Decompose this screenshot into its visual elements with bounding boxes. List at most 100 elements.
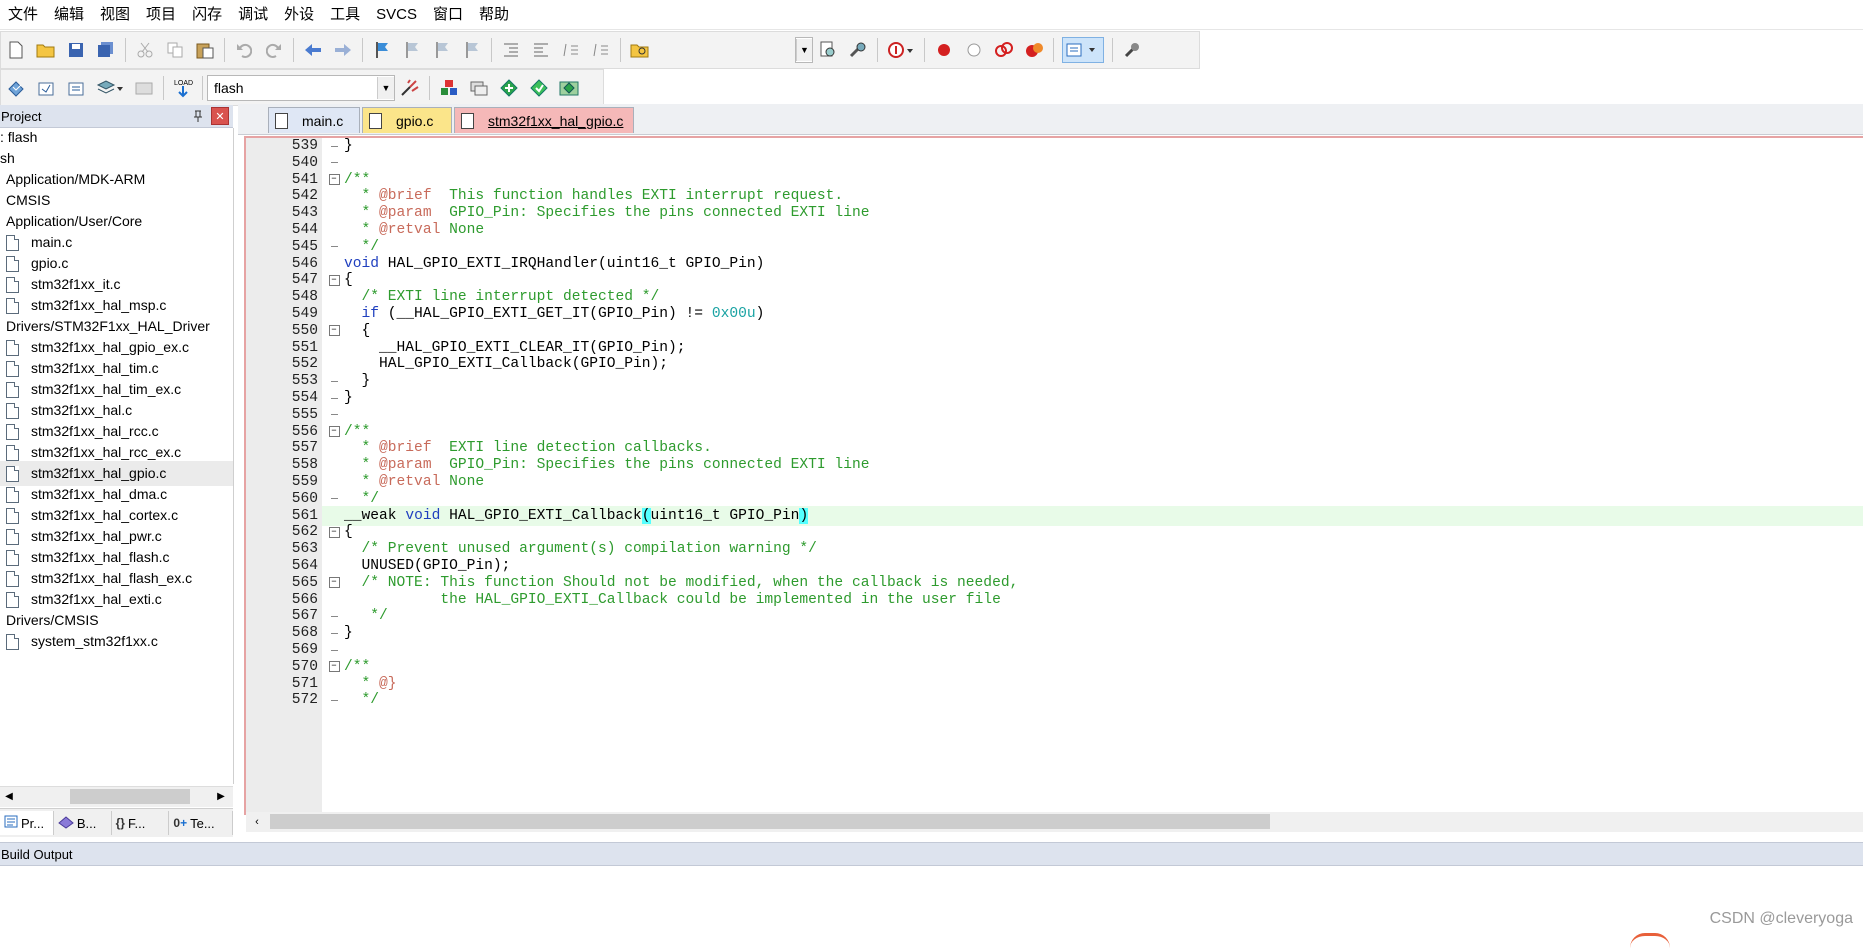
new-file-icon[interactable] xyxy=(5,39,27,61)
nav-forward-icon[interactable] xyxy=(332,39,354,61)
build-output-pane[interactable] xyxy=(0,867,1863,945)
bookmark-icon[interactable] xyxy=(371,39,393,61)
close-icon[interactable]: ✕ xyxy=(211,107,229,125)
menu-item[interactable]: 闪存 xyxy=(184,0,230,29)
editor-tab[interactable]: main.c xyxy=(268,107,360,133)
file-icon xyxy=(6,570,19,587)
tab-templates-label: Te... xyxy=(190,815,215,831)
tab-functions-label: F... xyxy=(127,815,146,831)
open-folder-icon[interactable] xyxy=(35,39,57,61)
manage-rte-icon[interactable] xyxy=(498,77,520,99)
menu-item[interactable]: SVCS xyxy=(368,0,425,29)
breakpoint-icon[interactable] xyxy=(933,39,955,61)
incremental-find-icon[interactable] xyxy=(847,39,869,61)
target-select-value: flash xyxy=(214,79,244,96)
tree-file-item[interactable]: system_stm32f1xx.c xyxy=(6,629,158,654)
indent-icon[interactable] xyxy=(500,39,522,61)
tree-item-label: system_stm32f1xx.c xyxy=(31,633,158,649)
project-panel-tabs: Pr... B... {} F... 0+ Te... xyxy=(0,808,233,837)
project-window-icon xyxy=(4,815,18,831)
stop-build-icon[interactable] xyxy=(133,77,155,99)
file-icon xyxy=(6,339,19,356)
build-output-title: Build Output xyxy=(1,847,73,862)
find-combo[interactable]: ▼ xyxy=(795,37,813,63)
file-icon xyxy=(6,465,19,482)
code-editor[interactable]: 539} 540 541−/** 542 * @brief This function… xyxy=(244,136,1863,815)
scrollbar-thumb[interactable] xyxy=(70,789,190,804)
save-all-icon[interactable] xyxy=(95,39,117,61)
menu-item[interactable]: 编辑 xyxy=(46,0,92,29)
kill-all-breakpoints-icon[interactable] xyxy=(1023,39,1045,61)
editor-tab-label: gpio.c xyxy=(396,112,434,129)
file-icon xyxy=(6,549,19,566)
configure-icon[interactable] xyxy=(1121,39,1143,61)
find-in-files-icon[interactable] xyxy=(629,39,651,61)
svg-text:LOAD: LOAD xyxy=(174,80,193,87)
menu-item[interactable]: 项目 xyxy=(138,0,184,29)
nav-back-icon[interactable] xyxy=(302,39,324,61)
project-tree: : flash sh Application/MDK-ARM CMSIS Applica… xyxy=(0,128,234,784)
menu-item[interactable]: 外设 xyxy=(276,0,322,29)
tab-functions[interactable]: {} F... xyxy=(112,811,170,835)
menu-item[interactable]: 工具 xyxy=(322,0,368,29)
project-horizontal-scrollbar[interactable]: ◀ ▶ xyxy=(0,786,233,807)
editor-tab-label: stm32f1xx_hal_gpio.c xyxy=(488,112,624,129)
software-packs-icon[interactable] xyxy=(558,77,580,99)
uncomment-icon[interactable] xyxy=(590,39,612,61)
pin-icon[interactable] xyxy=(191,109,205,123)
tab-books[interactable]: B... xyxy=(54,811,112,835)
build-icon[interactable] xyxy=(35,77,57,99)
functions-icon: {} xyxy=(115,816,125,830)
file-icon xyxy=(6,276,19,293)
debug-session-icon[interactable] xyxy=(886,39,916,61)
options-for-target-icon[interactable] xyxy=(399,77,421,99)
document-icon xyxy=(275,112,288,129)
scroll-right-icon[interactable]: ▶ xyxy=(214,789,228,804)
file-icon xyxy=(6,444,19,461)
menu-item[interactable]: 帮助 xyxy=(471,0,517,29)
file-icon xyxy=(6,297,19,314)
batch-build-icon[interactable] xyxy=(95,77,125,99)
tab-templates[interactable]: 0+ Te... xyxy=(169,811,233,835)
undo-icon[interactable] xyxy=(233,39,255,61)
chevron-down-icon: ▼ xyxy=(377,76,394,99)
tab-project[interactable]: Pr... xyxy=(0,811,54,835)
copy-icon[interactable] xyxy=(164,39,186,61)
toolbar-main: ▼ xyxy=(0,31,1200,69)
prev-bookmark-icon[interactable] xyxy=(401,39,423,61)
disabled-breakpoint-icon[interactable] xyxy=(963,39,985,61)
code-text: */ xyxy=(344,692,380,709)
file-icon xyxy=(6,633,19,650)
comment-icon[interactable] xyxy=(560,39,582,61)
menu-item[interactable]: 视图 xyxy=(92,0,138,29)
download-load-icon[interactable]: LOAD xyxy=(172,77,194,99)
editor-horizontal-scrollbar[interactable]: ‹ xyxy=(246,812,1863,832)
pack-installer-icon[interactable] xyxy=(528,77,550,99)
clear-bookmarks-icon[interactable] xyxy=(461,39,483,61)
editor-tab[interactable]: gpio.c xyxy=(362,107,452,133)
paste-icon[interactable] xyxy=(194,39,216,61)
target-select[interactable]: flash ▼ xyxy=(207,74,395,101)
scroll-left-icon[interactable]: ◀ xyxy=(2,789,16,804)
code-line[interactable]: 572 */ xyxy=(246,690,1863,711)
document-icon xyxy=(369,112,382,129)
menu-item[interactable]: 窗口 xyxy=(425,0,471,29)
scrollbar-thumb[interactable] xyxy=(270,814,1270,829)
file-icon xyxy=(6,402,19,419)
window-layout-icon[interactable] xyxy=(1062,37,1104,63)
manage-project-items-icon[interactable] xyxy=(438,77,460,99)
translate-icon[interactable] xyxy=(5,77,27,99)
menu-item[interactable]: 文件 xyxy=(0,0,46,29)
cut-icon[interactable] xyxy=(134,39,156,61)
next-bookmark-icon[interactable] xyxy=(431,39,453,61)
unindent-icon[interactable] xyxy=(530,39,552,61)
redo-icon[interactable] xyxy=(263,39,285,61)
menu-item[interactable]: 调试 xyxy=(230,0,276,29)
find-icon[interactable] xyxy=(817,39,839,61)
editor-tab[interactable]: stm32f1xx_hal_gpio.c xyxy=(454,107,634,133)
scroll-left-icon[interactable]: ‹ xyxy=(250,814,264,829)
save-icon[interactable] xyxy=(65,39,87,61)
select-packs-icon[interactable] xyxy=(468,77,490,99)
rebuild-icon[interactable] xyxy=(65,77,87,99)
disable-all-breakpoints-icon[interactable] xyxy=(993,39,1015,61)
